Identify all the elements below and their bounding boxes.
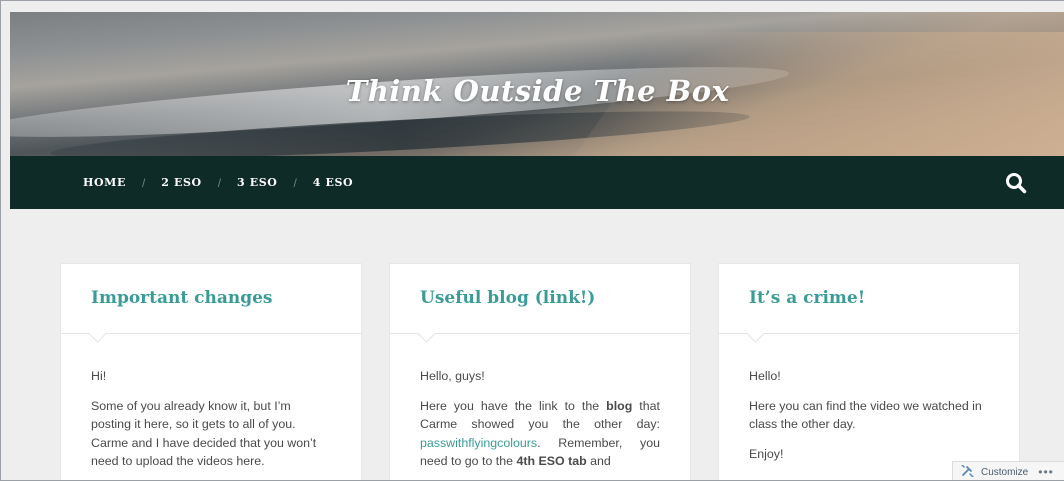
post-card: Important changes Hi! Some of you alread…	[61, 264, 361, 480]
bold-text: 4th ESO tab	[516, 454, 587, 468]
post-title[interactable]: It’s a crime!	[749, 288, 865, 308]
post-header: It’s a crime!	[719, 264, 1019, 334]
post-excerpt: Hello, guys! Here you have the link to t…	[390, 334, 690, 471]
main-navigation: HOME / 2 ESO / 3 ESO / 4 ESO	[10, 156, 1064, 209]
post-header: Useful blog (link!)	[390, 264, 690, 334]
bold-text: blog	[606, 398, 633, 413]
nav-separator: /	[293, 175, 297, 190]
page-frame: Think Outside The Box HOME / 2 ESO / 3 E…	[0, 0, 1064, 481]
search-icon[interactable]	[1005, 172, 1027, 194]
blog-link[interactable]: passwithflyingcolours	[420, 436, 537, 450]
post-paragraph: Hello, guys!	[420, 369, 485, 383]
post-paragraph: Here you have the link to the blog that …	[420, 397, 660, 471]
post-title[interactable]: Important changes	[91, 288, 272, 308]
customize-button[interactable]: Customize •••	[952, 461, 1064, 480]
post-paragraph: Some of you already know it, but I’m pos…	[91, 398, 317, 469]
site-title[interactable]: Think Outside The Box	[10, 74, 1064, 108]
text-run: Here you have the link to the	[420, 398, 607, 413]
nav-item-2-eso[interactable]: 2 ESO	[161, 176, 201, 189]
post-card: It’s a crime! Hello! Here you can find t…	[719, 264, 1019, 480]
header-image: Think Outside The Box	[10, 12, 1064, 156]
post-paragraph: Hello!	[749, 369, 781, 383]
nav-item-home[interactable]: HOME	[83, 176, 126, 189]
wrench-icon	[961, 463, 975, 480]
post-excerpt: Hi! Some of you already know it, but I’m…	[61, 334, 361, 471]
text-run: and	[586, 454, 611, 468]
post-paragraph: Here you can find the video we watched i…	[749, 398, 982, 432]
nav-separator: /	[217, 175, 222, 190]
nav-menu: HOME / 2 ESO / 3 ESO / 4 ESO	[83, 156, 353, 209]
post-card: Useful blog (link!) Hello, guys! Here yo…	[390, 264, 690, 480]
nav-item-3-eso[interactable]: 3 ESO	[237, 176, 277, 189]
post-title[interactable]: Useful blog (link!)	[420, 288, 595, 308]
nav-separator: /	[141, 175, 146, 190]
post-paragraph: Hi!	[91, 369, 107, 383]
post-excerpt: Hello! Here you can find the video we wa…	[719, 334, 1019, 463]
nav-item-4-eso[interactable]: 4 ESO	[313, 176, 353, 189]
customize-label: Customize	[981, 466, 1029, 478]
post-header: Important changes	[61, 264, 361, 334]
more-options-icon[interactable]: •••	[1038, 465, 1054, 479]
